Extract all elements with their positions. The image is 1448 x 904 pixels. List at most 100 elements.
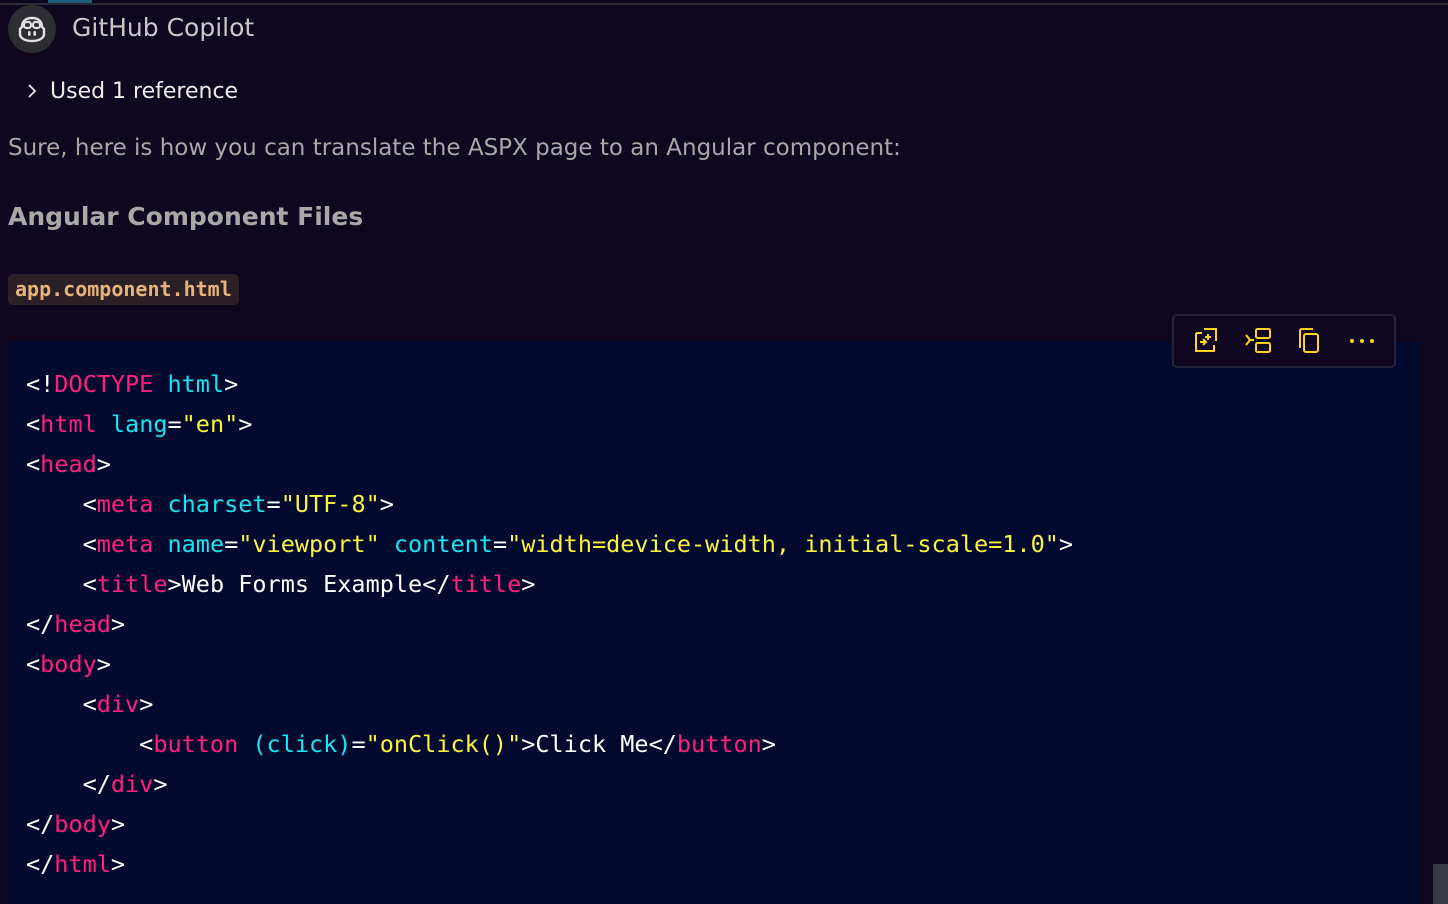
code-line: <!DOCTYPE html> [26, 364, 1073, 404]
code-tag-name: html [40, 410, 97, 438]
code-attribute: html [167, 370, 225, 398]
code-punctuation: > [1058, 530, 1074, 558]
code-tag-name: body [40, 650, 97, 678]
insert-at-cursor-icon [1245, 328, 1271, 353]
code-string: "onClick()" [365, 730, 522, 758]
filename-code-chip: app.component.html [8, 274, 239, 305]
apply-in-editor-button[interactable] [1186, 321, 1226, 361]
active-tab-indicator [48, 0, 92, 3]
code-punctuation: </ [422, 570, 451, 598]
code-punctuation [153, 370, 167, 398]
apply-in-editor-icon [1195, 328, 1217, 352]
section-heading: Angular Component Files [8, 202, 364, 231]
code-text: Click Me [535, 730, 649, 758]
code-tag-name: meta [96, 490, 154, 518]
code-punctuation [153, 490, 167, 518]
code-text: Web Forms Example [181, 570, 423, 598]
code-punctuation: > [96, 650, 111, 678]
code-attribute: content [393, 530, 493, 558]
code-punctuation: > [96, 450, 111, 478]
code-punctuation: < [26, 650, 41, 678]
code-attribute: charset [167, 490, 267, 518]
copy-icon [1299, 328, 1319, 353]
code-punctuation: > [110, 810, 126, 838]
code-punctuation: </ [26, 770, 111, 798]
code-tag-name: meta [96, 530, 154, 558]
code-line: <meta name="viewport" content="width=dev… [26, 524, 1073, 564]
code-punctuation: </ [648, 730, 677, 758]
more-actions-button[interactable] [1342, 321, 1382, 361]
code-punctuation: > [238, 410, 253, 438]
code-punctuation: > [153, 770, 168, 798]
code-attribute: lang [110, 410, 168, 438]
more-actions-icon [1350, 339, 1374, 343]
chevron-right-icon [18, 74, 46, 108]
code-punctuation: > [379, 490, 394, 518]
code-line: <head> [26, 444, 1073, 484]
code-punctuation: < [26, 570, 97, 598]
code-punctuation: > [110, 610, 126, 638]
code-punctuation: <! [26, 370, 55, 398]
code-punctuation: = [492, 530, 508, 558]
code-tag-name: title [450, 570, 522, 598]
code-punctuation: > [521, 570, 536, 598]
code-punctuation: > [110, 850, 126, 878]
code-punctuation: < [26, 730, 154, 758]
copilot-chat-panel: GitHub Copilot Used 1 reference Sure, he… [0, 0, 1448, 904]
code-tag-name: body [54, 810, 111, 838]
code-punctuation: > [224, 370, 239, 398]
code-string: "en" [181, 410, 239, 438]
code-punctuation [153, 530, 167, 558]
copy-button[interactable] [1290, 321, 1330, 361]
code-punctuation: > [761, 730, 776, 758]
code-tag-name: button [676, 730, 762, 758]
code-line: </head> [26, 604, 1073, 644]
code-punctuation: = [266, 490, 281, 518]
code-punctuation: </ [26, 850, 55, 878]
top-divider [0, 3, 1448, 5]
insert-at-cursor-button[interactable] [1238, 321, 1278, 361]
code-line: <div> [26, 684, 1073, 724]
code-tag-name: div [96, 690, 140, 718]
copilot-avatar [8, 5, 56, 53]
code-tag-name: DOCTYPE [54, 370, 154, 398]
code-punctuation: < [26, 410, 41, 438]
code-tag-name: title [96, 570, 168, 598]
code-string: "viewport" [238, 530, 380, 558]
code-tag-name: head [54, 610, 111, 638]
code-string: "width=device-width, initial-scale=1.0" [507, 530, 1059, 558]
author-name: GitHub Copilot [72, 13, 255, 42]
code-punctuation: > [521, 730, 536, 758]
code-punctuation: > [167, 570, 182, 598]
code-tag-name: head [40, 450, 97, 478]
copilot-icon [18, 16, 46, 43]
used-references-label: Used 1 reference [50, 78, 239, 104]
code-punctuation: > [139, 690, 154, 718]
code-line: <meta charset="UTF-8"> [26, 484, 1073, 524]
code-line: </html> [26, 844, 1073, 884]
used-references-toggle[interactable]: Used 1 reference [18, 74, 238, 108]
code-attribute: (click) [252, 730, 352, 758]
code-line: <title>Web Forms Example</title> [26, 564, 1073, 604]
code-tag-name: div [110, 770, 154, 798]
code-block-toolbar [1172, 314, 1396, 368]
scrollbar-thumb[interactable] [1433, 864, 1448, 904]
code-punctuation: < [26, 530, 97, 558]
code-punctuation [380, 530, 394, 558]
code-content[interactable]: <!DOCTYPE html> <html lang="en"> <head> <m… [26, 364, 1073, 884]
code-punctuation: </ [26, 810, 55, 838]
code-punctuation [238, 730, 252, 758]
code-line: <body> [26, 644, 1073, 684]
code-punctuation: < [26, 690, 97, 718]
code-punctuation: = [167, 410, 182, 438]
code-punctuation [97, 410, 111, 438]
code-string: "UTF-8" [280, 490, 380, 518]
code-line: </body> [26, 804, 1073, 844]
code-line: </div> [26, 764, 1073, 804]
response-intro-text: Sure, here is how you can translate the … [8, 135, 901, 161]
code-line: <html lang="en"> [26, 404, 1073, 444]
code-tag-name: button [153, 730, 239, 758]
code-attribute: name [167, 530, 225, 558]
code-tag-name: html [54, 850, 111, 878]
code-punctuation: = [351, 730, 366, 758]
